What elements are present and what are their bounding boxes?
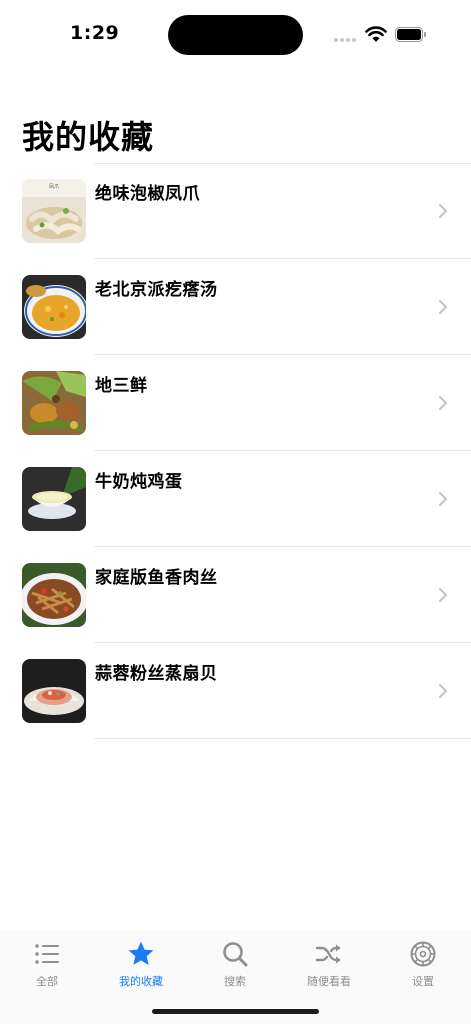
recipe-title: 地三鲜 <box>95 376 148 396</box>
tab-label: 我的收藏 <box>119 975 163 988</box>
tab-search[interactable]: 搜索 <box>188 930 282 990</box>
star-icon <box>128 941 154 965</box>
favorites-list: 凤爪 绝味泡椒凤爪 老北京派疙瘩汤 地三鲜 牛奶炖鸡蛋 家庭版鱼香肉丝 蒜蓉粉丝… <box>0 163 471 739</box>
chevron-right-icon <box>439 396 447 410</box>
cellular-signal-icon <box>334 38 358 43</box>
recipe-thumbnail: 凤爪 <box>22 179 86 243</box>
tab-settings[interactable]: 设置 <box>376 930 470 990</box>
tab-favorites[interactable]: 我的收藏 <box>94 930 188 990</box>
battery-icon <box>395 27 426 42</box>
chevron-right-icon <box>439 204 447 218</box>
chevron-right-icon <box>439 492 447 506</box>
status-bar: 1:29 <box>0 0 471 64</box>
recipe-thumbnail <box>22 563 86 627</box>
tab-random[interactable]: 随便看看 <box>282 930 376 990</box>
recipe-thumbnail <box>22 659 86 723</box>
chevron-right-icon <box>439 300 447 314</box>
wifi-icon <box>365 26 387 42</box>
svg-text:凤爪: 凤爪 <box>49 184 59 190</box>
recipe-title: 家庭版鱼香肉丝 <box>95 568 218 588</box>
recipe-title: 老北京派疙瘩汤 <box>95 280 218 300</box>
recipe-thumbnail <box>22 467 86 531</box>
search-icon <box>223 942 248 967</box>
gear-icon <box>410 941 436 967</box>
tab-label: 设置 <box>412 975 434 988</box>
favorite-row[interactable]: 地三鲜 <box>0 355 471 451</box>
favorite-row[interactable]: 凤爪 绝味泡椒凤爪 <box>0 163 471 259</box>
recipe-title: 蒜蓉粉丝蒸扇贝 <box>95 664 218 684</box>
recipe-thumbnail <box>22 371 86 435</box>
page-title: 我的收藏 <box>22 118 155 156</box>
favorite-row[interactable]: 家庭版鱼香肉丝 <box>0 547 471 643</box>
recipe-title: 绝味泡椒凤爪 <box>95 184 200 204</box>
home-indicator[interactable] <box>152 1009 319 1014</box>
dynamic-island <box>168 15 303 55</box>
status-time: 1:29 <box>70 22 120 44</box>
tab-label: 全部 <box>36 975 58 988</box>
chevron-right-icon <box>439 588 447 602</box>
row-divider <box>94 738 471 739</box>
recipe-title: 牛奶炖鸡蛋 <box>95 472 183 492</box>
tab-all[interactable]: 全部 <box>0 930 94 990</box>
favorite-row[interactable]: 蒜蓉粉丝蒸扇贝 <box>0 643 471 739</box>
chevron-right-icon <box>439 684 447 698</box>
favorite-row[interactable]: 老北京派疙瘩汤 <box>0 259 471 355</box>
recipe-thumbnail <box>22 275 86 339</box>
tab-label: 随便看看 <box>307 975 351 988</box>
favorite-row[interactable]: 牛奶炖鸡蛋 <box>0 451 471 547</box>
list-icon <box>35 944 59 964</box>
tab-label: 搜索 <box>224 975 246 988</box>
shuffle-icon <box>315 944 341 964</box>
